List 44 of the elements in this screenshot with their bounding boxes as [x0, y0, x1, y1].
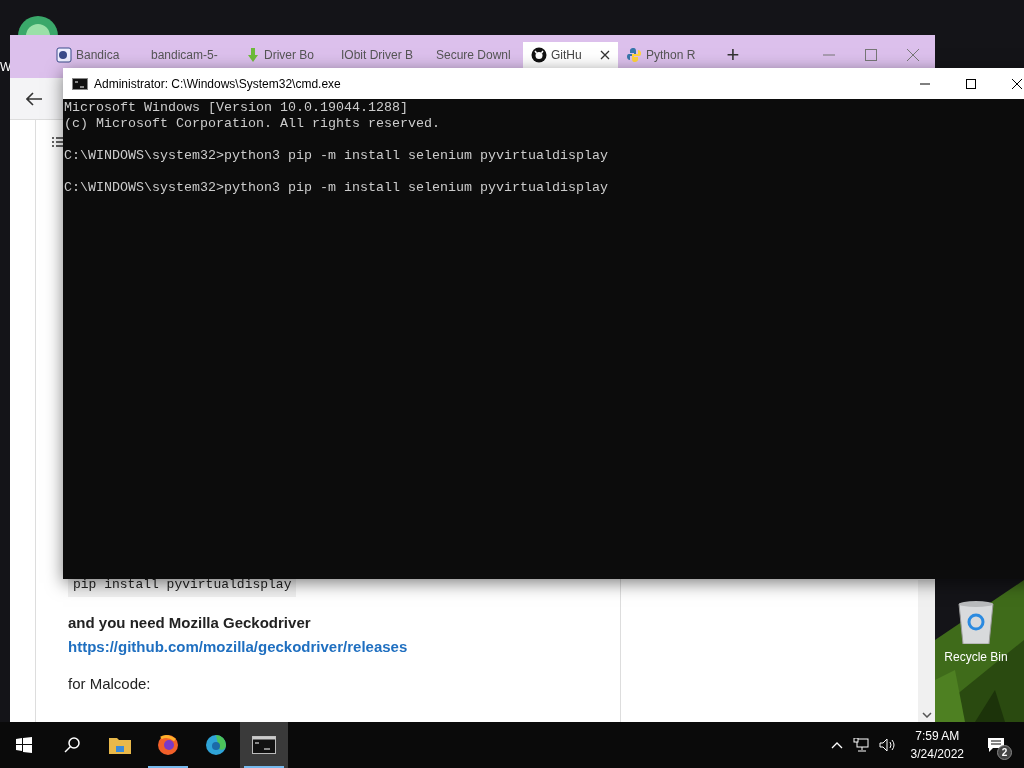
console-line: C:\WINDOWS\system32>python3 pip -m install selenium pyvirtualdisplay: [64, 148, 608, 164]
browser-tab[interactable]: Bandica: [48, 42, 143, 68]
taskbar-button[interactable]: [240, 722, 288, 768]
chevron-down-icon[interactable]: [921, 712, 932, 718]
browser-icon: [157, 734, 179, 756]
cat-icon: [531, 47, 547, 63]
paragraph: for Malcode:: [68, 673, 151, 694]
notification-button[interactable]: 2: [978, 730, 1014, 760]
browser-tab[interactable]: bandicam-5-: [143, 42, 238, 68]
windows-icon: [16, 737, 32, 753]
console-line: C:\WINDOWS\system32>python3 pip -m install selenium pyvirtualdisplay: [64, 180, 608, 196]
search-icon: [63, 736, 81, 754]
speaker-icon[interactable]: [878, 738, 897, 752]
download-icon: [246, 47, 260, 63]
notification-count: 2: [997, 745, 1012, 760]
list-icon[interactable]: [52, 136, 64, 148]
console-line: (c) Microsoft Corporation. All rights reserved.: [64, 116, 440, 132]
trash-can-icon: [957, 600, 995, 644]
clock[interactable]: 7:59 AM 3/24/2022: [906, 727, 968, 763]
window-title: Administrator: C:\Windows\System32\cmd.exe: [94, 75, 341, 93]
browser-icon: [205, 734, 227, 756]
terminal-icon: [252, 736, 276, 754]
browser-tab[interactable]: Driver Bo: [238, 42, 333, 68]
folder-icon: [109, 736, 131, 754]
network-icon[interactable]: [852, 738, 869, 752]
back-arrow-icon[interactable]: [26, 91, 42, 106]
browser-tab[interactable]: GitHu: [523, 42, 618, 68]
browser-tab[interactable]: Secure Downl: [428, 42, 523, 68]
chevron-up-icon[interactable]: [830, 741, 843, 749]
close-icon[interactable]: [600, 50, 610, 60]
link[interactable]: https://github.com/mozilla/geckodriver/releases: [68, 637, 408, 655]
running-indicator: [244, 766, 284, 768]
app-icon: [56, 47, 72, 63]
new-tab-button[interactable]: +: [713, 42, 753, 68]
running-indicator: [148, 766, 188, 768]
paragraph: and you need Mozilla Geckodriver https://github.com/mozilla/geckodriver/releases: [68, 612, 409, 657]
close-icon[interactable]: [1012, 78, 1022, 89]
maximize-icon[interactable]: [966, 78, 976, 89]
console-line: Microsoft Windows [Version 10.0.19044.1288]: [64, 100, 408, 116]
browser-tab[interactable]: IObit Driver B: [333, 42, 428, 68]
terminal-icon: [72, 77, 88, 90]
browser-tab[interactable]: Python R: [618, 42, 713, 68]
snake-icon: [626, 47, 642, 63]
scrollbar[interactable]: [918, 580, 935, 722]
